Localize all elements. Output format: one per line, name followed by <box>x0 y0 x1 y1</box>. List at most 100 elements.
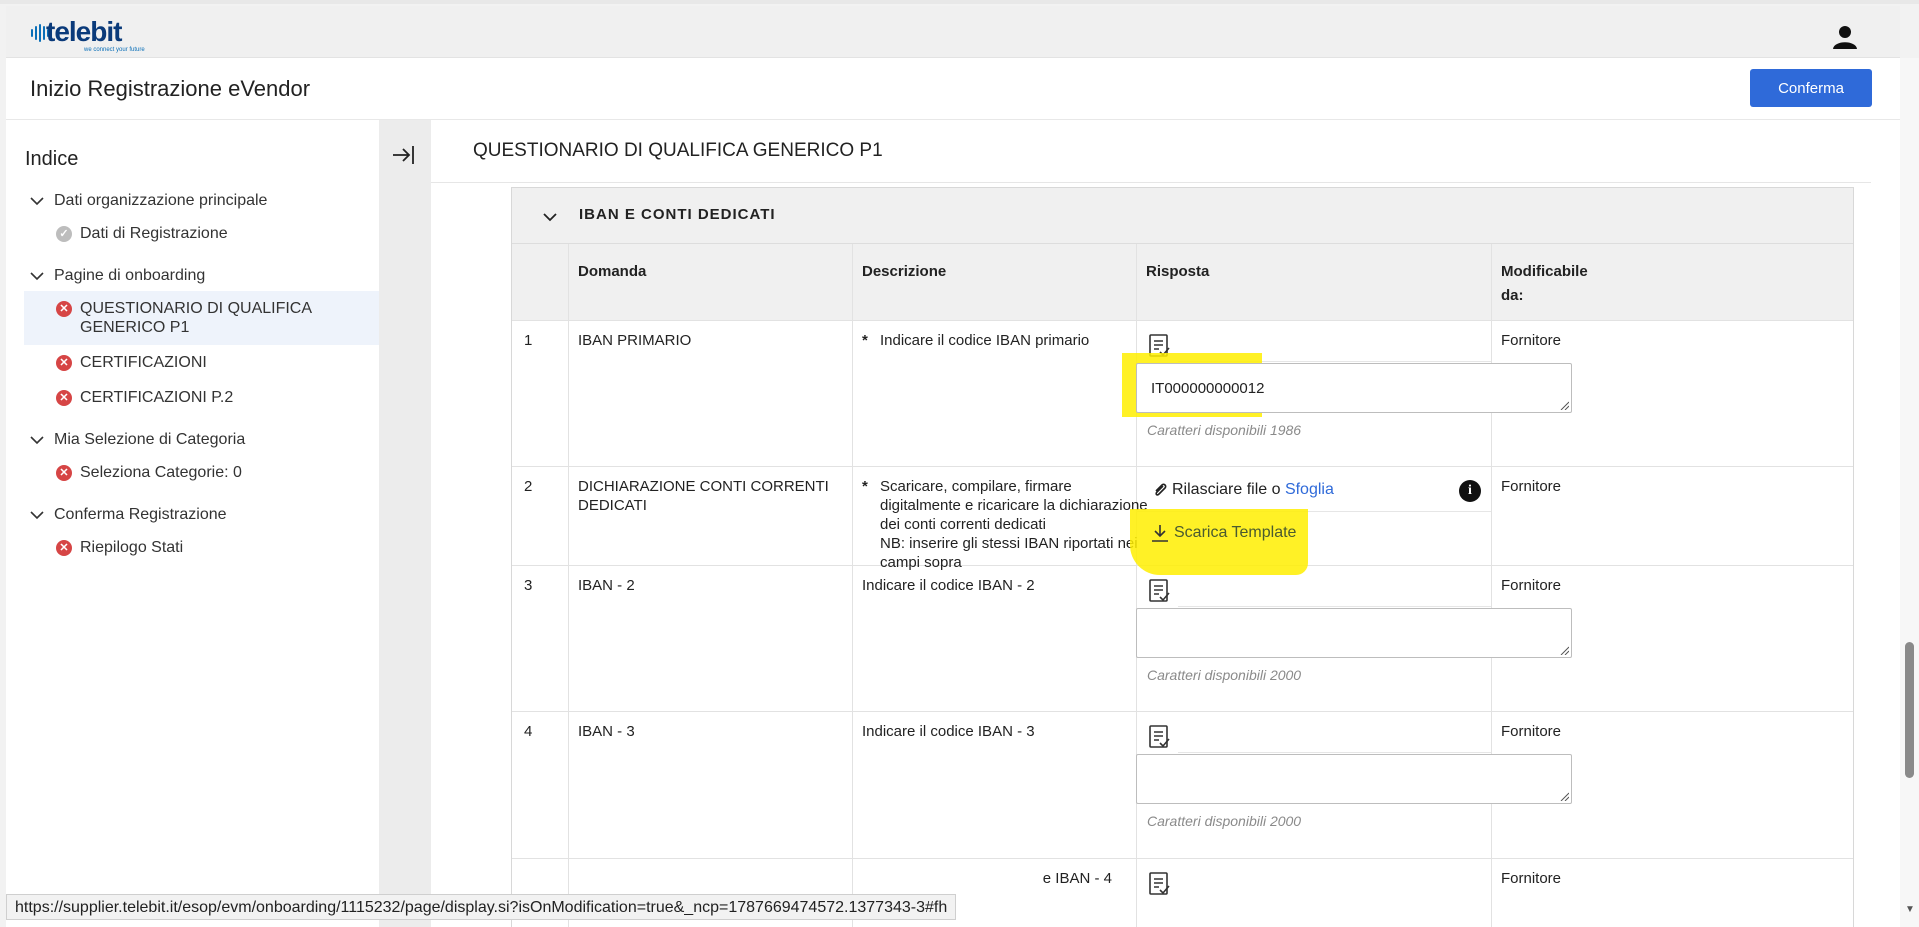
row-number: 4 <box>524 723 533 740</box>
browser-top-strip <box>0 0 1919 4</box>
group-label: Conferma Registrazione <box>54 506 227 523</box>
status-bar-url: https://supplier.telebit.it/esop/evm/onb… <box>6 894 957 920</box>
resize-grip-icon[interactable] <box>1559 400 1569 410</box>
editable-by: Fornitore <box>1501 870 1562 887</box>
description-text: Indicare il codice IBAN - 3 <box>862 723 1035 740</box>
table-row: 4 IBAN - 3 Indicare il codice IBAN - 3 C… <box>512 712 1853 859</box>
sidebar-item-label: Seleziona Categorie: 0 <box>80 464 242 481</box>
error-status-icon: ✕ <box>56 301 72 317</box>
browse-link[interactable]: Sfoglia <box>1285 481 1334 498</box>
scrollbar-thumb[interactable] <box>1905 642 1914 778</box>
logo-wordmark: telebit <box>46 16 122 47</box>
page-title: Inizio Registrazione eVendor <box>30 76 311 101</box>
editable-by: Fornitore <box>1501 478 1562 495</box>
group-pagine-onboarding[interactable]: Pagine di onboarding <box>24 261 379 291</box>
document-list-icon[interactable] <box>1148 578 1170 604</box>
column-header-risposta: Risposta <box>1146 263 1210 280</box>
group-conferma-registrazione[interactable]: Conferma Registrazione <box>24 500 379 530</box>
sidebar-item-seleziona-categorie[interactable]: ✕ Seleziona Categorie: 0 <box>24 455 379 490</box>
chevron-down-icon <box>30 511 44 520</box>
resize-grip-icon[interactable] <box>1559 645 1569 655</box>
scroll-down-arrow-icon[interactable]: ▼ <box>1905 904 1915 915</box>
table-row: 3 IBAN - 2 Indicare il codice IBAN - 2 C… <box>512 566 1853 712</box>
iban-2-field[interactable] <box>1136 608 1572 658</box>
panel-title: IBAN E CONTI DEDICATI <box>579 206 776 223</box>
table-row: 1 IBAN PRIMARIO * Indicare il codice IBA… <box>512 321 1853 467</box>
document-list-icon[interactable] <box>1148 724 1170 750</box>
check-status-icon: ✓ <box>56 226 72 242</box>
group-selezione-categoria[interactable]: Mia Selezione di Categoria <box>24 425 379 455</box>
index-tree: Dati organizzazione principale ✓ Dati di… <box>24 186 379 565</box>
sidebar-item-label: CERTIFICAZIONI <box>80 354 207 371</box>
chevron-down-icon <box>30 272 44 281</box>
sidebar-item-label: CERTIFICAZIONI P.2 <box>80 389 234 406</box>
logo-tagline: we connect your future <box>84 47 145 53</box>
column-header-domanda: Domanda <box>578 263 647 280</box>
group-label: Mia Selezione di Categoria <box>54 431 246 448</box>
char-counter: Caratteri disponibili 2000 <box>1147 667 1302 683</box>
download-template-link[interactable]: Scarica Template <box>1174 524 1296 542</box>
main-content: QUESTIONARIO DI QUALIFICA GENERICO P1 IB… <box>431 120 1900 927</box>
editable-by: Fornitore <box>1501 577 1562 594</box>
document-list-icon[interactable] <box>1148 871 1170 897</box>
required-marker: * <box>862 332 868 349</box>
section-title: QUESTIONARIO DI QUALIFICA GENERICO P1 <box>473 140 883 161</box>
group-label: Dati organizzazione principale <box>54 192 268 209</box>
error-status-icon: ✕ <box>56 465 72 481</box>
group-dati-organizzazione[interactable]: Dati organizzazione principale <box>24 186 379 216</box>
chevron-down-icon <box>543 213 557 222</box>
sidebar-item-certificazioni-p2[interactable]: ✕ CERTIFICAZIONI P.2 <box>24 380 379 415</box>
column-header-descrizione: Descrizione <box>862 263 947 280</box>
section-divider <box>431 182 1871 183</box>
sidebar-collapse-column <box>379 120 431 927</box>
sidebar-title: Indice <box>25 148 79 170</box>
field-value: IT000000000012 <box>1151 380 1265 397</box>
page-title-bar: Inizio Registrazione eVendor Conferma <box>6 58 1900 120</box>
table-header: Domanda Descrizione Risposta Modificabil… <box>512 244 1853 321</box>
char-counter: Caratteri disponibili 1986 <box>1147 422 1302 438</box>
group-label: Pagine di onboarding <box>54 267 206 284</box>
file-drop-zone[interactable]: Rilasciare file o Sfoglia <box>1172 481 1334 499</box>
panel-header[interactable]: IBAN E CONTI DEDICATI <box>512 188 1853 244</box>
editable-by: Fornitore <box>1501 332 1562 349</box>
app-header: telebit we connect your future <box>6 6 1900 58</box>
index-sidebar: Indice Dati organizzazione principale ✓ … <box>6 120 379 927</box>
question-text: IBAN PRIMARIO <box>578 332 692 349</box>
resize-grip-icon[interactable] <box>1559 791 1569 801</box>
row-number: 2 <box>524 478 533 495</box>
editable-by: Fornitore <box>1501 723 1562 740</box>
collapse-sidebar-icon[interactable] <box>391 142 417 168</box>
sidebar-item-label: QUESTIONARIO DI QUALIFICA GENERICO P1 <box>80 300 312 336</box>
description-text: e IBAN - 4 <box>1042 870 1112 887</box>
row-number: 3 <box>524 577 533 594</box>
chevron-down-icon <box>30 436 44 445</box>
table-row: 2 DICHIARAZIONE CONTI CORRENTI DEDICATI … <box>512 467 1853 575</box>
sidebar-item-certificazioni[interactable]: ✕ CERTIFICAZIONI <box>24 345 379 380</box>
sidebar-item-questionario[interactable]: ✕ QUESTIONARIO DI QUALIFICA GENERICO P1 <box>24 291 379 345</box>
error-status-icon: ✕ <box>56 540 72 556</box>
telebit-logo[interactable]: telebit we connect your future <box>28 16 148 56</box>
divider <box>1178 606 1491 607</box>
sidebar-item-riepilogo-stati[interactable]: ✕ Riepilogo Stati <box>24 530 379 565</box>
sidebar-item-label: Riepilogo Stati <box>80 539 184 556</box>
paperclip-icon <box>1155 483 1167 496</box>
error-status-icon: ✕ <box>56 355 72 371</box>
page-scrollbar[interactable]: ▼ <box>1900 58 1919 927</box>
confirm-button[interactable]: Conferma <box>1750 69 1872 107</box>
description-text: Scaricare, compilare, firmare digitalmen… <box>880 478 1148 533</box>
iban-panel: IBAN E CONTI DEDICATI Domanda Descrizion… <box>511 187 1854 927</box>
column-header-modificabile: Modificabile da: <box>1501 263 1588 304</box>
upload-text: Rilasciare file o <box>1172 481 1285 498</box>
iban-primario-field[interactable]: IT000000000012 <box>1136 363 1572 413</box>
description-text: Indicare il codice IBAN - 2 <box>862 577 1035 594</box>
user-icon[interactable] <box>1832 24 1858 50</box>
question-text: IBAN - 3 <box>578 723 635 740</box>
question-text: DICHIARAZIONE CONTI CORRENTI DEDICATI <box>578 478 829 514</box>
question-text: IBAN - 2 <box>578 577 635 594</box>
required-marker: * <box>862 478 868 495</box>
iban-3-field[interactable] <box>1136 754 1572 804</box>
download-icon <box>1152 525 1168 542</box>
info-icon[interactable]: i <box>1459 480 1481 502</box>
row-number: 1 <box>524 332 533 349</box>
sidebar-item-dati-registrazione[interactable]: ✓ Dati di Registrazione <box>24 216 379 251</box>
